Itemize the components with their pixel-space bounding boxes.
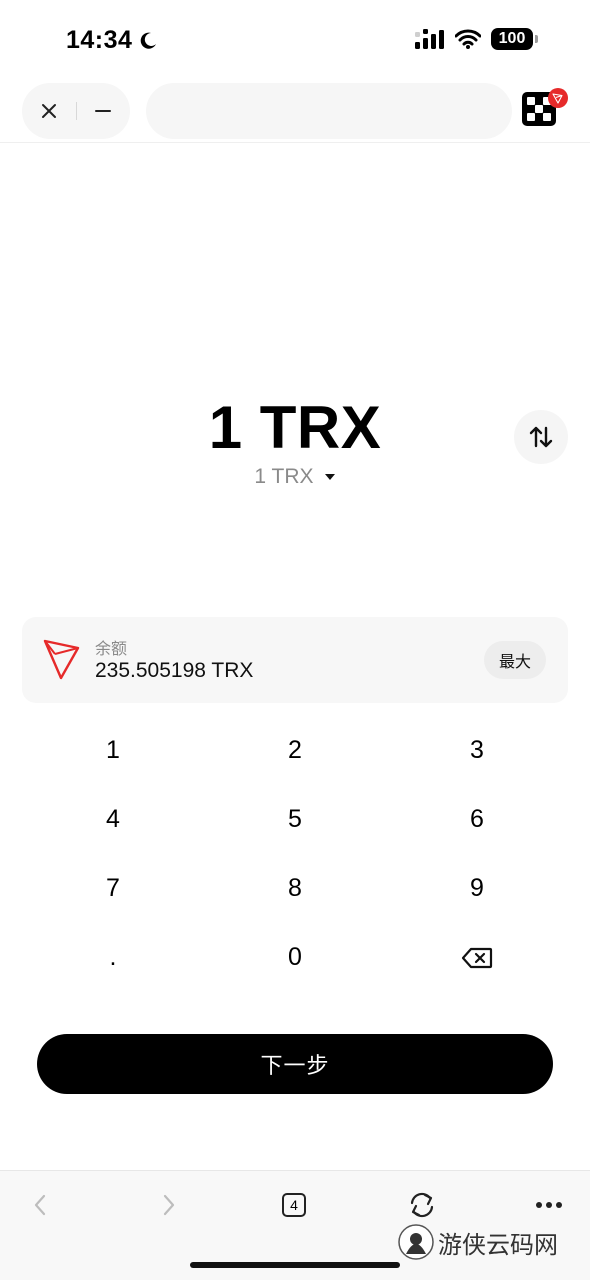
tron-badge-icon — [548, 88, 568, 108]
wifi-icon — [455, 29, 481, 49]
window-controls — [22, 83, 130, 139]
cellular-signal-icon — [415, 29, 444, 49]
more-icon — [536, 1202, 562, 1208]
key-4[interactable]: 4 — [22, 785, 204, 854]
caret-down-icon — [324, 474, 335, 480]
balance-card: 余额 235.505198 TRX 最大 — [22, 617, 568, 703]
refresh-icon — [410, 1192, 434, 1218]
forward-button[interactable] — [147, 1187, 191, 1223]
url-bar[interactable] — [146, 83, 512, 139]
more-button[interactable] — [527, 1187, 571, 1223]
status-icons: 100 — [415, 28, 538, 50]
balance-value: 235.505198 TRX — [95, 659, 254, 682]
key-0[interactable]: 0 — [204, 923, 386, 992]
tron-logo-icon — [43, 639, 80, 680]
clock-time: 14:34 — [66, 26, 133, 54]
key-1[interactable]: 1 — [22, 716, 204, 785]
backspace-icon — [461, 947, 493, 968]
key-6[interactable]: 6 — [386, 785, 568, 854]
status-time-group: 14:34 — [66, 26, 158, 55]
home-indicator — [190, 1262, 400, 1268]
top-bar — [0, 80, 590, 143]
back-button[interactable] — [18, 1187, 62, 1223]
minimize-button[interactable] — [76, 83, 130, 139]
close-icon — [41, 104, 56, 118]
forward-icon — [163, 1194, 175, 1216]
watermark: 游侠云码网 — [398, 1222, 558, 1262]
watermark-text: 游侠云码网 — [438, 1231, 558, 1259]
key-backspace[interactable] — [386, 923, 568, 992]
key-5[interactable]: 5 — [204, 785, 386, 854]
battery-icon: 100 — [491, 28, 538, 50]
key-decimal[interactable]: . — [22, 923, 204, 992]
refresh-button[interactable] — [400, 1187, 444, 1223]
key-8[interactable]: 8 — [204, 854, 386, 923]
battery-level: 100 — [491, 28, 533, 50]
key-2[interactable]: 2 — [204, 716, 386, 785]
moon-icon — [141, 32, 157, 49]
next-step-button[interactable]: 下一步 — [37, 1034, 553, 1094]
watermark-avatar-icon — [398, 1224, 434, 1260]
battery-tip — [535, 35, 538, 43]
key-9[interactable]: 9 — [386, 854, 568, 923]
swap-vertical-icon — [529, 426, 553, 448]
max-button[interactable]: 最大 — [484, 641, 546, 679]
amount-secondary[interactable]: 1 TRX — [0, 465, 590, 489]
amount-display: 1 TRX — [208, 394, 382, 461]
tabs-button[interactable]: 4 — [272, 1187, 316, 1223]
amount-secondary-text: 1 TRX — [254, 465, 314, 488]
close-button[interactable] — [22, 83, 76, 139]
balance-label: 余额 — [95, 641, 128, 658]
minimize-icon — [95, 110, 112, 112]
tabs-icon: 4 — [282, 1193, 306, 1217]
app-screen: 14:34 100 1 TRX 1 TRX 余额 235.505198 TRX … — [0, 0, 590, 1280]
back-icon — [34, 1194, 46, 1216]
key-3[interactable]: 3 — [386, 716, 568, 785]
status-bar: 14:34 100 — [0, 0, 590, 80]
swap-button[interactable] — [514, 410, 568, 464]
key-7[interactable]: 7 — [22, 854, 204, 923]
